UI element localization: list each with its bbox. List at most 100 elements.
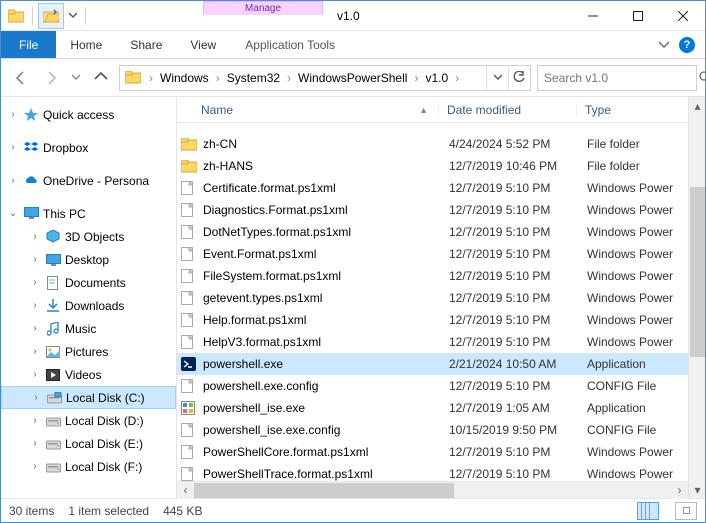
scroll-down-button[interactable]: ▾ bbox=[689, 481, 706, 498]
nav-forward-button[interactable] bbox=[39, 66, 63, 90]
table-row[interactable]: PowerShellCore.format.ps1xml12/7/2019 5:… bbox=[177, 441, 688, 463]
nav-quick-access[interactable]: › Quick access bbox=[1, 103, 176, 126]
chevron-right-icon[interactable]: › bbox=[411, 71, 421, 85]
table-row[interactable]: powershell_ise.exe12/7/2019 1:05 AMAppli… bbox=[177, 397, 688, 419]
column-header-type[interactable]: Type bbox=[577, 103, 688, 117]
table-row[interactable]: HelpV3.format.ps1xml12/7/2019 5:10 PMWin… bbox=[177, 331, 688, 353]
ribbon-expand-button[interactable] bbox=[659, 41, 669, 49]
nav-recent-button[interactable] bbox=[69, 66, 83, 90]
qat-customize-button[interactable] bbox=[66, 12, 80, 20]
refresh-button[interactable] bbox=[508, 66, 530, 90]
file-icon bbox=[181, 247, 201, 261]
search-box[interactable] bbox=[537, 65, 697, 91]
app-icon[interactable] bbox=[5, 5, 27, 27]
nav-tree-item[interactable]: › Videos bbox=[1, 363, 176, 386]
nav-tree-item[interactable]: ›Pictures bbox=[1, 340, 176, 363]
search-input[interactable] bbox=[544, 71, 699, 85]
table-row[interactable] bbox=[177, 123, 688, 133]
chevron-right-icon[interactable]: › bbox=[7, 109, 19, 120]
chevron-right-icon[interactable]: › bbox=[29, 300, 41, 311]
nav-onedrive[interactable]: › OneDrive - Persona bbox=[1, 169, 176, 192]
nav-this-pc[interactable]: ⌄ This PC bbox=[1, 202, 176, 225]
chevron-right-icon[interactable]: › bbox=[452, 71, 462, 85]
breadcrumb-segment[interactable]: Windows bbox=[156, 71, 213, 85]
chevron-right-icon[interactable]: › bbox=[7, 142, 19, 153]
nav-up-button[interactable] bbox=[89, 66, 113, 90]
table-row[interactable]: Diagnostics.Format.ps1xml12/7/2019 5:10 … bbox=[177, 199, 688, 221]
nav-label: Local Disk (D:) bbox=[65, 414, 144, 428]
scroll-thumb[interactable] bbox=[690, 187, 705, 357]
table-row[interactable]: zh-HANS12/7/2019 10:46 PMFile folder bbox=[177, 155, 688, 177]
nav-tree-item[interactable]: ›Downloads bbox=[1, 294, 176, 317]
horizontal-scrollbar[interactable]: ‹ › bbox=[177, 481, 688, 498]
scroll-right-button[interactable]: › bbox=[671, 482, 688, 499]
chevron-right-icon[interactable]: › bbox=[146, 71, 156, 85]
nav-tree-item[interactable]: ›3D Objects bbox=[1, 225, 176, 248]
table-row[interactable]: powershell_ise.exe.config10/15/2019 9:50… bbox=[177, 419, 688, 441]
scroll-up-button[interactable]: ▴ bbox=[689, 97, 706, 114]
chevron-right-icon[interactable]: › bbox=[29, 231, 41, 242]
nav-back-button[interactable] bbox=[9, 66, 33, 90]
nav-tree-item[interactable]: ›Music bbox=[1, 317, 176, 340]
nav-tree-item[interactable]: ›Local Disk (C:) bbox=[1, 386, 176, 409]
table-row[interactable]: powershell.exe2/21/2024 10:50 AMApplicat… bbox=[177, 353, 688, 375]
nav-label: Videos bbox=[65, 368, 101, 382]
address-history-button[interactable] bbox=[486, 66, 508, 90]
table-row[interactable]: Certificate.format.ps1xml12/7/2019 5:10 … bbox=[177, 177, 688, 199]
tab-application-tools[interactable]: Application Tools bbox=[230, 31, 350, 58]
chevron-right-icon[interactable]: › bbox=[284, 71, 294, 85]
table-row[interactable]: Help.format.ps1xml12/7/2019 5:10 PMWindo… bbox=[177, 309, 688, 331]
chevron-right-icon[interactable]: › bbox=[29, 461, 41, 472]
breadcrumb-segment[interactable]: System32 bbox=[223, 71, 284, 85]
breadcrumb-segment[interactable]: v1.0 bbox=[421, 71, 452, 85]
chevron-right-icon[interactable]: › bbox=[30, 392, 42, 403]
tab-view[interactable]: View bbox=[176, 31, 230, 58]
table-row[interactable]: getevent.types.ps1xml12/7/2019 5:10 PMWi… bbox=[177, 287, 688, 309]
tab-share[interactable]: Share bbox=[116, 31, 176, 58]
scroll-thumb[interactable] bbox=[194, 483, 454, 498]
chevron-right-icon[interactable]: › bbox=[29, 438, 41, 449]
qat-properties-button[interactable] bbox=[38, 3, 64, 29]
close-button[interactable] bbox=[660, 1, 705, 31]
table-row[interactable]: PowerShellTrace.format.ps1xml12/7/2019 5… bbox=[177, 463, 688, 481]
chevron-right-icon[interactable]: › bbox=[29, 277, 41, 288]
search-icon[interactable] bbox=[699, 71, 706, 84]
nav-tree-item[interactable]: › Local Disk (D:) bbox=[1, 409, 176, 432]
table-row[interactable]: DotNetTypes.format.ps1xml12/7/2019 5:10 … bbox=[177, 221, 688, 243]
file-date: 12/7/2019 5:10 PM bbox=[441, 247, 579, 261]
breadcrumb-segment[interactable]: WindowsPowerShell bbox=[294, 71, 411, 85]
nav-dropbox[interactable]: › Dropbox bbox=[1, 136, 176, 159]
nav-tree-item[interactable]: ›Desktop bbox=[1, 248, 176, 271]
column-header-name[interactable]: Name ▲ bbox=[177, 103, 439, 117]
view-details-button[interactable] bbox=[637, 502, 659, 520]
chevron-right-icon[interactable]: › bbox=[29, 346, 41, 357]
vertical-scrollbar[interactable]: ▴ ▾ bbox=[688, 97, 705, 498]
nav-tree-item[interactable]: ›Local Disk (E:) bbox=[1, 432, 176, 455]
drive-icon bbox=[45, 436, 61, 452]
table-row[interactable]: Event.Format.ps1xml12/7/2019 5:10 PMWind… bbox=[177, 243, 688, 265]
window-title: v1.0 bbox=[323, 1, 570, 30]
chevron-down-icon[interactable]: ⌄ bbox=[7, 208, 19, 219]
chevron-right-icon[interactable]: › bbox=[7, 175, 19, 186]
view-large-icons-button[interactable] bbox=[675, 502, 697, 520]
chevron-right-icon[interactable]: › bbox=[29, 369, 41, 380]
tab-home[interactable]: Home bbox=[56, 31, 116, 58]
minimize-button[interactable] bbox=[570, 1, 615, 31]
folder-icon bbox=[124, 69, 142, 87]
address-bar[interactable]: › Windows›System32›WindowsPowerShell›v1.… bbox=[119, 65, 531, 91]
table-row[interactable]: powershell.exe.config12/7/2019 5:10 PMCO… bbox=[177, 375, 688, 397]
nav-tree-item[interactable]: ›Documents bbox=[1, 271, 176, 294]
table-row[interactable]: FileSystem.format.ps1xml12/7/2019 5:10 P… bbox=[177, 265, 688, 287]
scroll-left-button[interactable]: ‹ bbox=[177, 482, 194, 499]
help-button[interactable]: ? bbox=[679, 37, 695, 53]
column-header-date[interactable]: Date modified bbox=[439, 103, 577, 117]
maximize-button[interactable] bbox=[615, 1, 660, 31]
tab-file[interactable]: File bbox=[1, 31, 56, 58]
chevron-right-icon[interactable]: › bbox=[29, 254, 41, 265]
table-row[interactable]: zh-CN4/24/2024 5:52 PMFile folder bbox=[177, 133, 688, 155]
chevron-right-icon[interactable]: › bbox=[29, 323, 41, 334]
chevron-right-icon[interactable]: › bbox=[29, 415, 41, 426]
chevron-right-icon[interactable]: › bbox=[213, 71, 223, 85]
nav-tree-item[interactable]: ›Local Disk (F:) bbox=[1, 455, 176, 478]
file-icon bbox=[181, 291, 201, 305]
